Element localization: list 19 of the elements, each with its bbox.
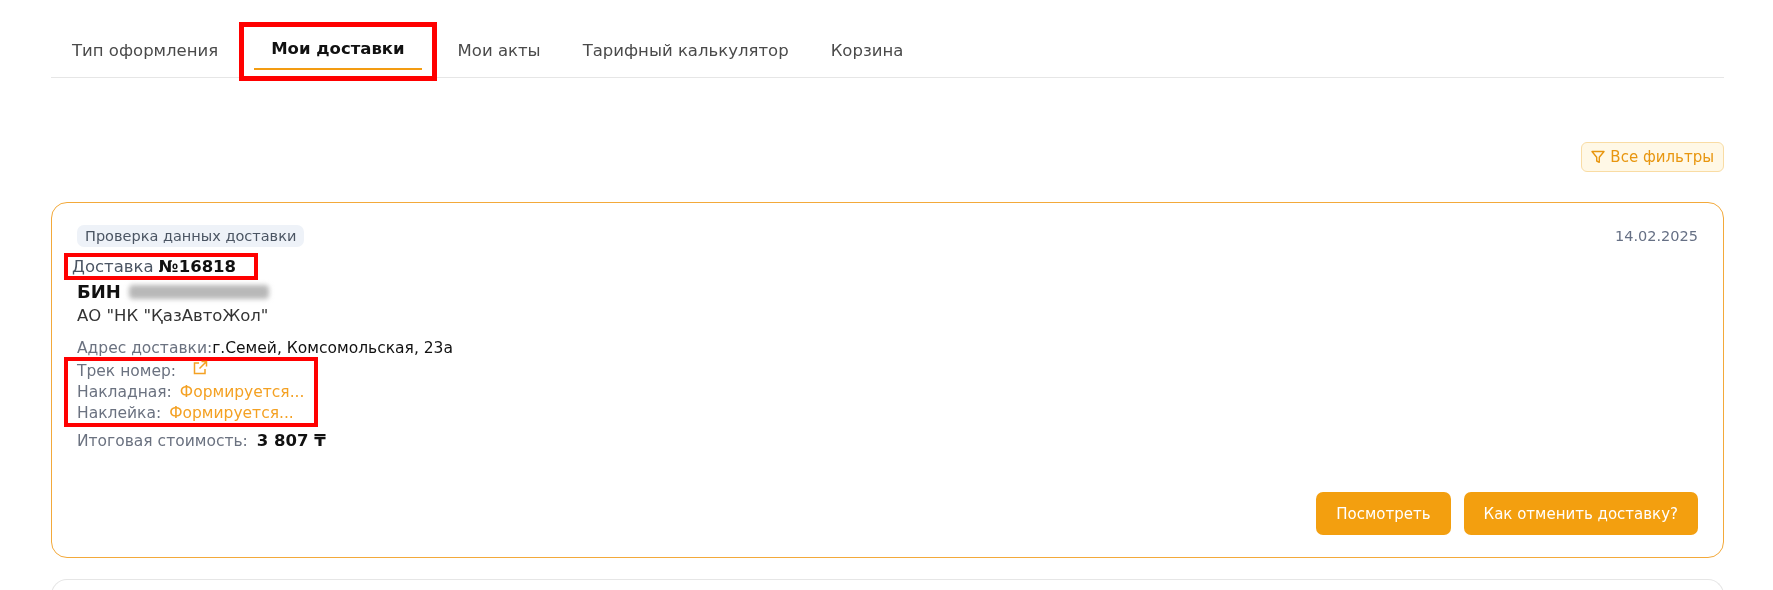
tab[interactable]: Корзина [824, 33, 910, 70]
field-label: Накладная: [77, 382, 172, 402]
company-name: АО "НК "ҚазАвтоЖол" [77, 306, 270, 325]
bin-label: БИН [77, 281, 121, 302]
tab[interactable]: Тип оформления [66, 33, 225, 70]
delivery-title: Доставка №16818 [72, 257, 237, 276]
field-label: Наклейка: [77, 403, 162, 423]
total-price: 3 807 ₸ [256, 431, 326, 450]
field-label: Итоговая стоимость: [77, 431, 248, 450]
field-label: Трек номер: [77, 361, 177, 381]
tab[interactable]: Тарифный калькулятор [576, 33, 795, 70]
delivery-date: 14.02.2025 [1614, 228, 1698, 244]
field-label: Адрес доставки: [77, 339, 213, 357]
tab[interactable]: Мои акты [451, 33, 547, 70]
filter-icon [1591, 150, 1606, 164]
external-link-icon[interactable] [192, 360, 209, 376]
address-value: г.Семей, Комсомольская, 23а [212, 339, 453, 357]
status-badge: Проверка данных доставки [77, 225, 305, 247]
tab[interactable]: Мои доставки [254, 31, 422, 70]
